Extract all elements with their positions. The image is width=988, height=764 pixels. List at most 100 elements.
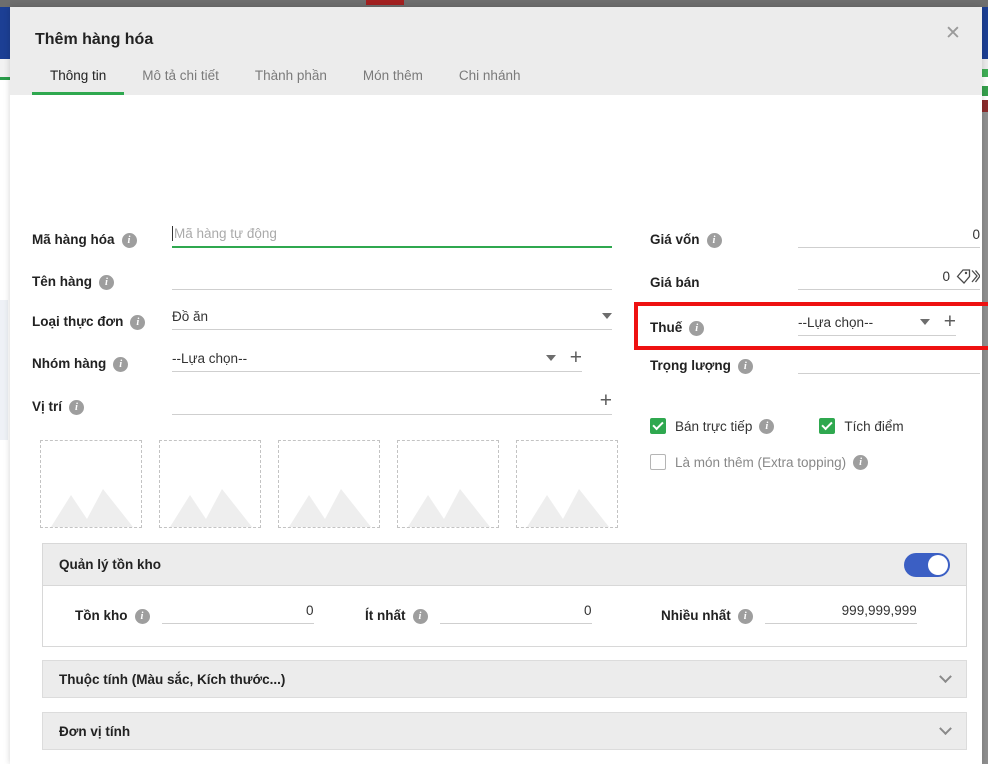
input-ton-kho[interactable]: 0 xyxy=(161,598,314,624)
label-gia-von: Giá vốn i xyxy=(650,232,798,248)
info-icon[interactable]: i xyxy=(130,315,146,330)
background-strip xyxy=(982,100,988,112)
info-icon[interactable]: i xyxy=(853,454,869,470)
select-loai-thuc-don-value: Đồ ăn xyxy=(172,308,209,324)
checkbox-tich-diem[interactable] xyxy=(819,418,836,434)
accordion-thuoc-tinh[interactable]: Thuộc tính (Màu sắc, Kích thước...) xyxy=(42,660,967,698)
add-nhom-hang-icon[interactable]: + xyxy=(570,347,582,368)
accordion-thuoc-tinh-label: Thuộc tính (Màu sắc, Kích thước...) xyxy=(59,671,286,687)
input-ma-hang-hoa-placeholder: Mã hàng tự động xyxy=(174,226,277,241)
inventory-field-ton-kho: Tồn kho i 0 xyxy=(75,598,314,624)
add-thue-icon[interactable]: + xyxy=(944,311,956,332)
info-icon[interactable]: i xyxy=(689,321,705,336)
chevron-down-icon[interactable] xyxy=(939,669,952,683)
checkbox-label-la-mon-them: Là món thêm (Extra topping) xyxy=(675,454,847,470)
field-row-thue: Thuế i --Lựa chọn-- + xyxy=(650,309,980,336)
background-strip xyxy=(0,80,10,300)
modal-header: Thêm hàng hóa ✕ Thông tin Mô tả chi tiết… xyxy=(10,7,982,95)
image-placeholder-icon xyxy=(51,489,133,527)
tab-mo-ta-chi-tiet[interactable]: Mô tả chi tiết xyxy=(124,68,237,95)
select-nhom-hang-value: --Lựa chọn-- xyxy=(172,350,248,366)
info-icon[interactable]: i xyxy=(69,400,85,415)
field-row-loai-thuc-don: Loại thực đơn i Đồ ăn xyxy=(32,303,612,330)
image-placeholder-icon xyxy=(170,489,252,527)
info-icon[interactable]: i xyxy=(706,233,722,248)
chevron-down-icon[interactable] xyxy=(602,313,612,319)
input-it-nhat[interactable]: 0 xyxy=(439,598,592,624)
info-icon[interactable]: i xyxy=(121,233,137,248)
image-slot[interactable] xyxy=(278,440,380,528)
info-icon[interactable]: i xyxy=(113,357,129,372)
image-placeholder-icon xyxy=(527,489,609,527)
label-nhieu-nhat: Nhiều nhất i xyxy=(661,608,753,624)
image-slot[interactable] xyxy=(159,440,261,528)
info-icon[interactable]: i xyxy=(737,359,753,374)
close-icon[interactable]: ✕ xyxy=(939,19,967,47)
info-icon[interactable]: i xyxy=(737,609,753,624)
image-placeholder-icon xyxy=(408,489,490,527)
checkbox-row-la-mon-them: Là món thêm (Extra topping) i xyxy=(650,454,869,470)
inventory-toggle[interactable] xyxy=(904,552,950,577)
add-product-modal: Thêm hàng hóa ✕ Thông tin Mô tả chi tiết… xyxy=(10,7,988,764)
input-nhieu-nhat-value: 999,999,999 xyxy=(841,603,917,618)
background-strip xyxy=(982,77,988,83)
label-vi-tri: Vị trí i xyxy=(32,399,172,415)
text-cursor xyxy=(172,226,173,241)
inventory-panel-body: Tồn kho i 0 Ít nhất i 0 Nhiều nhất i 999,99… xyxy=(43,586,966,646)
select-loai-thuc-don[interactable]: Đồ ăn xyxy=(172,303,612,330)
input-gia-ban-value: 0 xyxy=(942,268,950,284)
input-nhieu-nhat[interactable]: 999,999,999 xyxy=(764,598,917,624)
label-gia-ban: Giá bán xyxy=(650,275,700,290)
input-it-nhat-value: 0 xyxy=(583,603,592,618)
field-row-ten-hang: Tên hàng i xyxy=(32,263,612,290)
label-thue: Thuế i xyxy=(650,320,798,336)
image-placeholder-icon xyxy=(289,489,371,527)
checkbox-row-ban-truc-tiep: Bán trực tiếp i Tích điểm xyxy=(650,418,904,434)
image-slot[interactable] xyxy=(397,440,499,528)
info-icon[interactable]: i xyxy=(134,609,150,624)
tab-thanh-phan[interactable]: Thành phần xyxy=(237,68,345,95)
input-vi-tri[interactable]: + xyxy=(172,388,612,415)
tab-mon-them[interactable]: Món thêm xyxy=(345,68,441,95)
info-icon[interactable]: i xyxy=(412,609,428,624)
accordion-don-vi-tinh-label: Đơn vị tính xyxy=(59,723,131,739)
chevron-down-icon[interactable] xyxy=(545,355,556,361)
background-nav-left xyxy=(0,7,10,59)
accordion-don-vi-tinh[interactable]: Đơn vị tính xyxy=(42,712,967,750)
input-trong-luong[interactable] xyxy=(798,347,980,374)
checkbox-label-tich-diem: Tích điểm xyxy=(844,418,904,434)
inventory-field-nhieu-nhat: Nhiều nhất i 999,999,999 xyxy=(661,598,917,624)
tab-thong-tin[interactable]: Thông tin xyxy=(32,68,125,95)
chevron-down-icon[interactable] xyxy=(919,319,930,325)
tags-icon[interactable] xyxy=(956,268,980,285)
checkbox-la-mon-them[interactable] xyxy=(650,454,666,470)
field-row-gia-ban: Giá bán 0 xyxy=(650,263,980,290)
chevron-down-icon[interactable] xyxy=(939,721,952,735)
image-slot[interactable] xyxy=(516,440,618,528)
input-ten-hang[interactable] xyxy=(172,263,612,290)
label-ten-hang: Tên hàng i xyxy=(32,274,172,290)
image-slot[interactable] xyxy=(40,440,142,528)
label-loai-thuc-don: Loại thực đơn i xyxy=(32,314,172,330)
select-nhom-hang[interactable]: --Lựa chọn-- + xyxy=(172,345,582,372)
background-strip xyxy=(0,59,10,77)
input-ton-kho-value: 0 xyxy=(305,603,314,618)
tab-chi-nhanh[interactable]: Chi nhánh xyxy=(441,68,539,95)
label-ma-hang-hoa: Mã hàng hóa i xyxy=(32,232,172,248)
label-nhom-hang: Nhóm hàng i xyxy=(32,356,172,372)
field-row-trong-luong: Trọng lượng i xyxy=(650,347,980,374)
info-icon[interactable]: i xyxy=(759,418,775,434)
input-gia-von[interactable]: 0 xyxy=(798,221,980,248)
select-thue-value: --Lựa chọn-- xyxy=(798,314,874,330)
input-gia-ban[interactable]: 0 xyxy=(798,263,980,290)
field-row-nhom-hang: Nhóm hàng i --Lựa chọn-- + xyxy=(32,345,612,372)
product-image-slots xyxy=(40,440,618,528)
add-vi-tri-icon[interactable]: + xyxy=(600,390,612,411)
background-strip xyxy=(0,300,8,440)
checkbox-ban-truc-tiep[interactable] xyxy=(650,418,666,434)
info-icon[interactable]: i xyxy=(99,275,114,290)
input-ma-hang-hoa[interactable]: Mã hàng tự động xyxy=(172,221,612,248)
select-thue[interactable]: --Lựa chọn-- + xyxy=(798,309,956,336)
modal-body: Mã hàng hóa i Mã hàng tự động Tên hàng i L… xyxy=(10,95,988,764)
inventory-title: Quản lý tồn kho xyxy=(59,557,162,572)
